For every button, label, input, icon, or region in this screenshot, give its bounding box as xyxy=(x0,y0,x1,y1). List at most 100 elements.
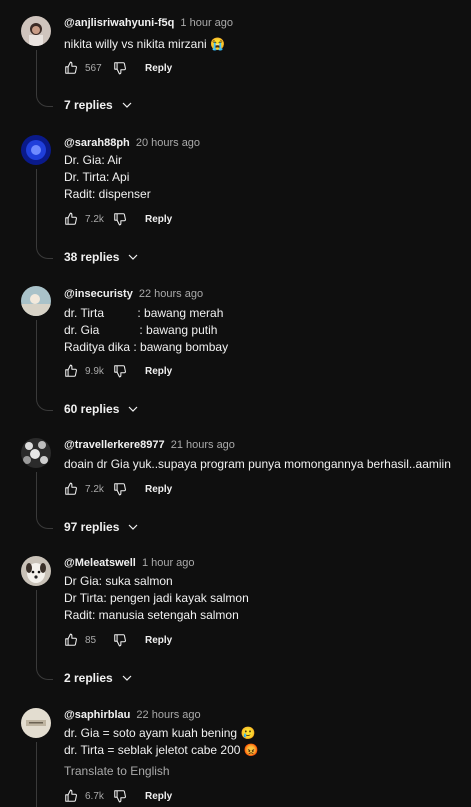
author-name[interactable]: @anjlisriwahyuni-f5q xyxy=(64,17,174,29)
chevron-down-icon xyxy=(128,406,138,412)
like-count: 85 xyxy=(85,634,97,646)
author-name[interactable]: @insecuristy xyxy=(64,288,133,300)
reply-button[interactable]: Reply xyxy=(145,214,172,225)
avatar[interactable] xyxy=(21,286,51,316)
dislike-icon[interactable] xyxy=(113,482,127,496)
view-replies-button[interactable]: 2 replies xyxy=(64,671,133,685)
author-name[interactable]: @Meleatswell xyxy=(64,557,136,569)
comment-actions: 7.2k Reply xyxy=(64,209,172,229)
dislike-icon[interactable] xyxy=(113,212,127,226)
comment-actions: 7.2k Reply xyxy=(64,479,172,499)
timestamp[interactable]: 22 hours ago xyxy=(139,288,203,300)
comment-meta: @anjlisriwahyuni-f5q 1 hour ago xyxy=(64,17,233,29)
comment-actions: 9.9k Reply xyxy=(64,361,172,381)
comment-text: Dr. Gia: Air Dr. Tirta: Api Radit: dispe… xyxy=(64,152,151,203)
comment-line: Radit: dispenser xyxy=(64,187,151,201)
thread-line xyxy=(36,169,37,244)
comment-line: dr. Tirta : bawang merah xyxy=(64,306,224,320)
avatar[interactable] xyxy=(21,16,51,46)
timestamp[interactable]: 1 hour ago xyxy=(142,557,195,569)
comment-meta: @Meleatswell 1 hour ago xyxy=(64,557,195,569)
comment-text: dr. Gia = soto ayam kuah bening 🥲 dr. Ti… xyxy=(64,725,259,759)
comment-line: dr. Gia : bawang putih xyxy=(64,323,218,337)
comment-line: Dr Gia: suka salmon xyxy=(64,574,173,588)
like-icon[interactable] xyxy=(64,482,78,496)
author-name[interactable]: @saphirblau xyxy=(64,709,130,721)
author-name[interactable]: @sarah88ph xyxy=(64,137,130,149)
comment-meta: @saphirblau 22 hours ago xyxy=(64,709,201,721)
dislike-icon[interactable] xyxy=(113,61,127,75)
thread-curve xyxy=(36,396,53,411)
replies-count: 7 replies xyxy=(64,98,113,112)
timestamp[interactable]: 21 hours ago xyxy=(171,439,235,451)
thread-curve xyxy=(36,665,53,680)
comment-meta: @insecuristy 22 hours ago xyxy=(64,288,203,300)
thread-curve xyxy=(36,92,53,107)
author-name[interactable]: @travellerkere8977 xyxy=(64,439,165,451)
view-replies-button[interactable]: 38 replies xyxy=(64,250,139,264)
thread-line xyxy=(36,320,37,396)
like-count: 6.7k xyxy=(85,790,104,802)
like-icon[interactable] xyxy=(64,61,78,75)
timestamp[interactable]: 1 hour ago xyxy=(180,17,233,29)
comment-line: Dr. Gia: Air xyxy=(64,153,123,167)
reply-button[interactable]: Reply xyxy=(145,484,172,495)
avatar[interactable] xyxy=(21,556,51,586)
like-count: 567 xyxy=(85,62,102,74)
reply-button[interactable]: Reply xyxy=(145,366,172,377)
thread-line xyxy=(36,742,37,807)
like-icon[interactable] xyxy=(64,212,78,226)
thread-line xyxy=(36,472,37,514)
comment-text: dr. Tirta : bawang merah dr. Gia : bawan… xyxy=(64,305,228,356)
comment-actions: 6.7k Reply xyxy=(64,786,172,806)
thread-line xyxy=(36,590,37,665)
dislike-icon[interactable] xyxy=(113,364,127,378)
comment-line: Raditya dika : bawang bombay xyxy=(64,340,229,354)
thread-curve xyxy=(36,244,53,259)
view-replies-button[interactable]: 7 replies xyxy=(64,98,133,112)
reply-button[interactable]: Reply xyxy=(145,791,172,802)
chevron-down-icon xyxy=(122,675,132,681)
chevron-down-icon xyxy=(122,102,132,108)
view-replies-button[interactable]: 60 replies xyxy=(64,402,139,416)
like-icon[interactable] xyxy=(64,633,78,647)
dislike-icon[interactable] xyxy=(113,789,127,803)
comment-meta: @sarah88ph 20 hours ago xyxy=(64,137,200,149)
comment-line: doain dr Gia yuk..supaya program punya m… xyxy=(64,457,451,471)
like-icon[interactable] xyxy=(64,789,78,803)
replies-count: 38 replies xyxy=(64,250,120,264)
comment-text: doain dr Gia yuk..supaya program punya m… xyxy=(64,456,451,473)
comment-line: Radit: manusia setengah salmon xyxy=(64,608,239,622)
comment-line: dr. Tirta = seblak jeletot cabe 200 😡 xyxy=(64,743,259,757)
avatar[interactable] xyxy=(21,708,51,738)
view-replies-button[interactable]: 97 replies xyxy=(64,520,139,534)
translate-link[interactable]: Translate to English xyxy=(64,764,170,778)
reply-button[interactable]: Reply xyxy=(145,635,172,646)
avatar[interactable] xyxy=(21,438,51,468)
comment-meta: @travellerkere8977 21 hours ago xyxy=(64,439,235,451)
comment-line: nikita willy vs nikita mirzani 😭 xyxy=(64,37,225,51)
thread-line xyxy=(36,50,37,92)
replies-count: 2 replies xyxy=(64,671,113,685)
replies-count: 60 replies xyxy=(64,402,120,416)
comment-actions: 567 Reply xyxy=(64,58,172,78)
timestamp[interactable]: 22 hours ago xyxy=(136,709,200,721)
comment-line: Dr. Tirta: Api xyxy=(64,170,130,184)
reply-button[interactable]: Reply xyxy=(145,63,172,74)
comment-text: Dr Gia: suka salmon Dr Tirta: pengen jad… xyxy=(64,573,249,624)
comment-text: nikita willy vs nikita mirzani 😭 xyxy=(64,36,225,53)
dislike-icon[interactable] xyxy=(113,633,127,647)
like-icon[interactable] xyxy=(64,364,78,378)
chevron-down-icon xyxy=(128,524,138,530)
comment-line: Dr Tirta: pengen jadi kayak salmon xyxy=(64,591,249,605)
avatar[interactable] xyxy=(21,135,51,165)
chevron-down-icon xyxy=(128,254,138,260)
replies-count: 97 replies xyxy=(64,520,120,534)
comment-actions: 85 Reply xyxy=(64,630,172,650)
thread-curve xyxy=(36,514,53,529)
timestamp[interactable]: 20 hours ago xyxy=(136,137,200,149)
like-count: 9.9k xyxy=(85,365,104,377)
comment-line: dr. Gia = soto ayam kuah bening 🥲 xyxy=(64,726,256,740)
like-count: 7.2k xyxy=(85,483,104,495)
like-count: 7.2k xyxy=(85,213,104,225)
